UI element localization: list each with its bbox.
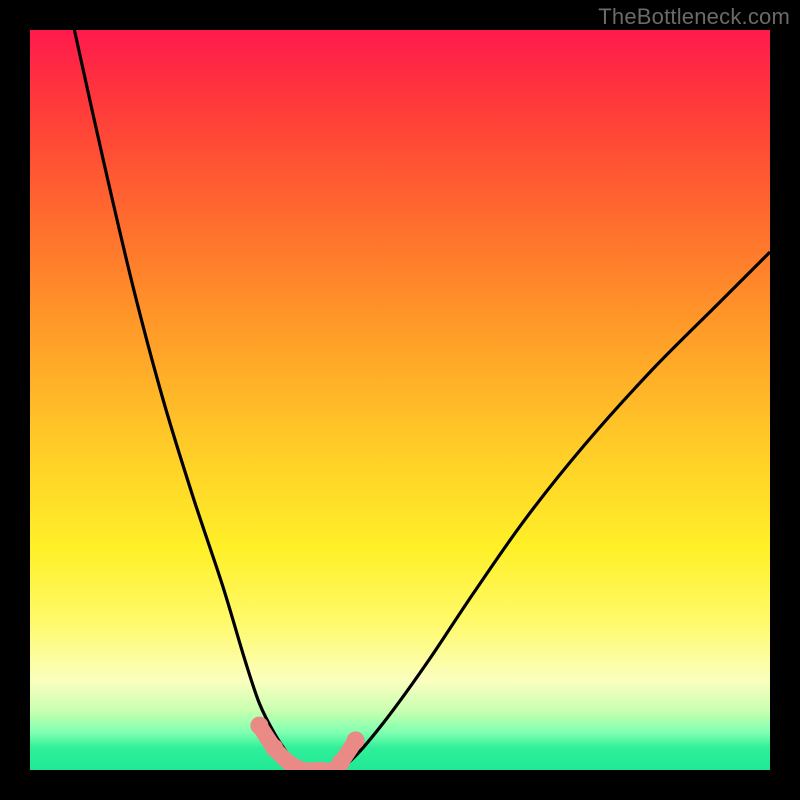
floor-highlight-dot [250,717,268,735]
chart-svg [30,30,770,770]
plot-area [30,30,770,770]
watermark-text: TheBottleneck.com [598,4,790,30]
left-curve-path [74,30,303,770]
floor-highlight-dot [265,739,283,757]
floor-highlight-dot [347,731,365,749]
right-curve-path [341,252,770,770]
chart-frame: TheBottleneck.com [0,0,800,800]
